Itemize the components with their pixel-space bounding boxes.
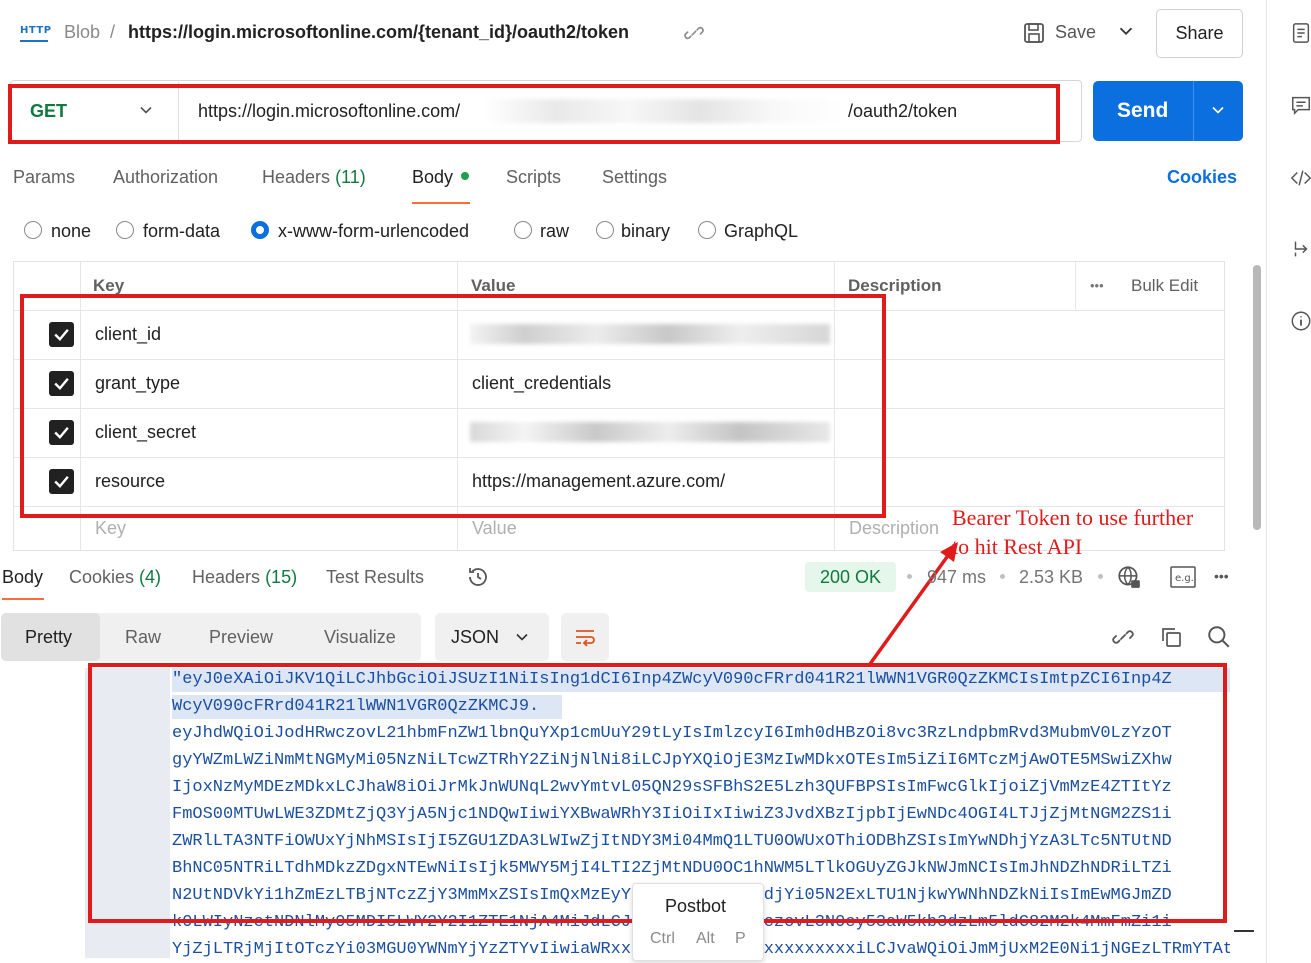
view-raw-button[interactable]: Raw	[125, 627, 161, 648]
annotation-line: Bearer Token to use further	[952, 505, 1194, 530]
tab-scripts[interactable]: Scripts	[506, 167, 561, 188]
chevron-down-icon[interactable]	[1115, 20, 1137, 42]
shortcut-key: Ctrl	[650, 930, 675, 947]
radio-graphql[interactable]	[698, 221, 716, 239]
history-icon[interactable]	[466, 565, 490, 589]
response-tab-cookies-count: (4)	[139, 567, 162, 587]
radio-binary-label[interactable]: binary	[621, 221, 670, 242]
comments-icon[interactable]	[1290, 94, 1311, 116]
radio-urlencoded[interactable]	[251, 221, 269, 239]
radio-urlencoded-label[interactable]: x-www-form-urlencoded	[278, 221, 469, 242]
radio-raw-label[interactable]: raw	[540, 221, 569, 242]
view-pretty-button[interactable]: Pretty	[25, 627, 72, 648]
shortcut-key: P	[735, 930, 746, 947]
annotation-line: to hit Rest API	[952, 534, 1083, 559]
column-header-description: Description	[848, 276, 942, 295]
network-globe-icon[interactable]	[1116, 564, 1142, 590]
tab-authorization[interactable]: Authorization	[113, 167, 218, 188]
tab-headers-label: Headers	[262, 167, 331, 187]
info-icon[interactable]	[1290, 310, 1311, 332]
separator-dot	[1000, 574, 1005, 579]
new-key-input[interactable]: Key	[95, 518, 126, 539]
example-icon[interactable]: e.g.	[1170, 565, 1196, 589]
postbot-popup[interactable]	[632, 883, 764, 961]
save-button[interactable]: Save	[1055, 22, 1096, 43]
annotation-box-params	[20, 294, 886, 518]
response-size[interactable]: 2.53 KB	[1019, 567, 1083, 588]
radio-form-data-label[interactable]: form-data	[143, 221, 220, 242]
save-icon[interactable]	[1022, 21, 1046, 45]
view-visualize-button[interactable]: Visualize	[324, 627, 396, 648]
new-value-input[interactable]: Value	[472, 518, 517, 539]
response-time[interactable]: 947 ms	[927, 567, 986, 588]
body-modified-indicator	[461, 172, 469, 180]
link-icon[interactable]	[1111, 625, 1135, 649]
documentation-icon[interactable]	[1290, 22, 1311, 44]
chevron-down-icon[interactable]	[512, 627, 532, 647]
breadcrumb-separator: /	[110, 22, 116, 42]
radio-binary[interactable]	[596, 221, 614, 239]
response-tab-test-results[interactable]: Test Results	[326, 567, 424, 588]
code-icon[interactable]	[1290, 167, 1311, 189]
response-tab-headers[interactable]: Headers (15)	[192, 567, 297, 588]
radio-graphql-label[interactable]: GraphQL	[724, 221, 798, 242]
http-request-icon: HTTP	[20, 24, 51, 42]
active-tab-underline	[412, 202, 470, 204]
response-tab-headers-label: Headers	[192, 567, 261, 587]
wrap-lines-icon[interactable]	[573, 625, 597, 649]
radio-form-data[interactable]	[116, 221, 134, 239]
tab-headers[interactable]: Headers (11)	[262, 167, 366, 188]
status-badge[interactable]: 200 OK	[805, 562, 896, 592]
tab-headers-count: (11)	[335, 167, 366, 187]
svg-text:e.g.: e.g.	[1175, 573, 1194, 584]
response-tab-cookies-label: Cookies	[69, 567, 135, 587]
view-preview-button[interactable]: Preview	[209, 627, 273, 648]
send-button-label[interactable]: Send	[1117, 99, 1168, 123]
format-select-label[interactable]: JSON	[451, 627, 499, 648]
resize-handle[interactable]	[1234, 930, 1254, 932]
send-split-divider	[1193, 81, 1194, 141]
separator-dot	[907, 574, 912, 579]
copy-icon[interactable]	[1159, 625, 1183, 649]
new-description-input[interactable]: Description	[849, 518, 939, 539]
tab-settings[interactable]: Settings	[602, 167, 667, 188]
share-button[interactable]: Share	[1156, 9, 1243, 58]
active-tab-underline	[2, 598, 44, 600]
scrollbar[interactable]	[1253, 265, 1261, 530]
response-tab-body[interactable]: Body	[2, 567, 43, 588]
radio-none[interactable]	[24, 221, 42, 239]
right-sidebar	[1266, 0, 1311, 963]
annotation-arrow	[868, 542, 958, 666]
radio-none-label[interactable]: none	[51, 221, 91, 242]
more-options-icon[interactable]: •••	[1090, 278, 1104, 293]
request-title[interactable]: https://login.microsoftonline.com/{tenan…	[128, 22, 629, 43]
separator-dot	[1098, 574, 1103, 579]
response-tab-cookies[interactable]: Cookies (4)	[69, 567, 161, 588]
response-tab-headers-count: (15)	[265, 567, 298, 587]
radio-raw[interactable]	[514, 221, 532, 239]
bulk-edit-button[interactable]: Bulk Edit	[1131, 276, 1198, 296]
shortcut-key: Alt	[696, 930, 715, 947]
search-icon[interactable]	[1206, 624, 1232, 650]
column-header-value: Value	[471, 276, 516, 295]
annotation-box-url	[8, 84, 1060, 144]
related-icon[interactable]	[1290, 238, 1311, 260]
column-header-key: Key	[93, 276, 125, 295]
tab-params[interactable]: Params	[13, 167, 75, 188]
tab-body[interactable]: Body	[412, 167, 453, 188]
annotation-text: Bearer Token to use further to hit Rest A…	[952, 503, 1242, 561]
chevron-down-icon[interactable]	[1208, 100, 1228, 120]
breadcrumb-collection[interactable]: Blob	[64, 22, 100, 43]
more-options-icon[interactable]: •••	[1214, 568, 1229, 584]
table-divider	[1075, 262, 1076, 310]
cookies-link[interactable]: Cookies	[1167, 167, 1237, 188]
postbot-label[interactable]: Postbot	[665, 896, 726, 917]
link-icon[interactable]	[683, 22, 705, 44]
